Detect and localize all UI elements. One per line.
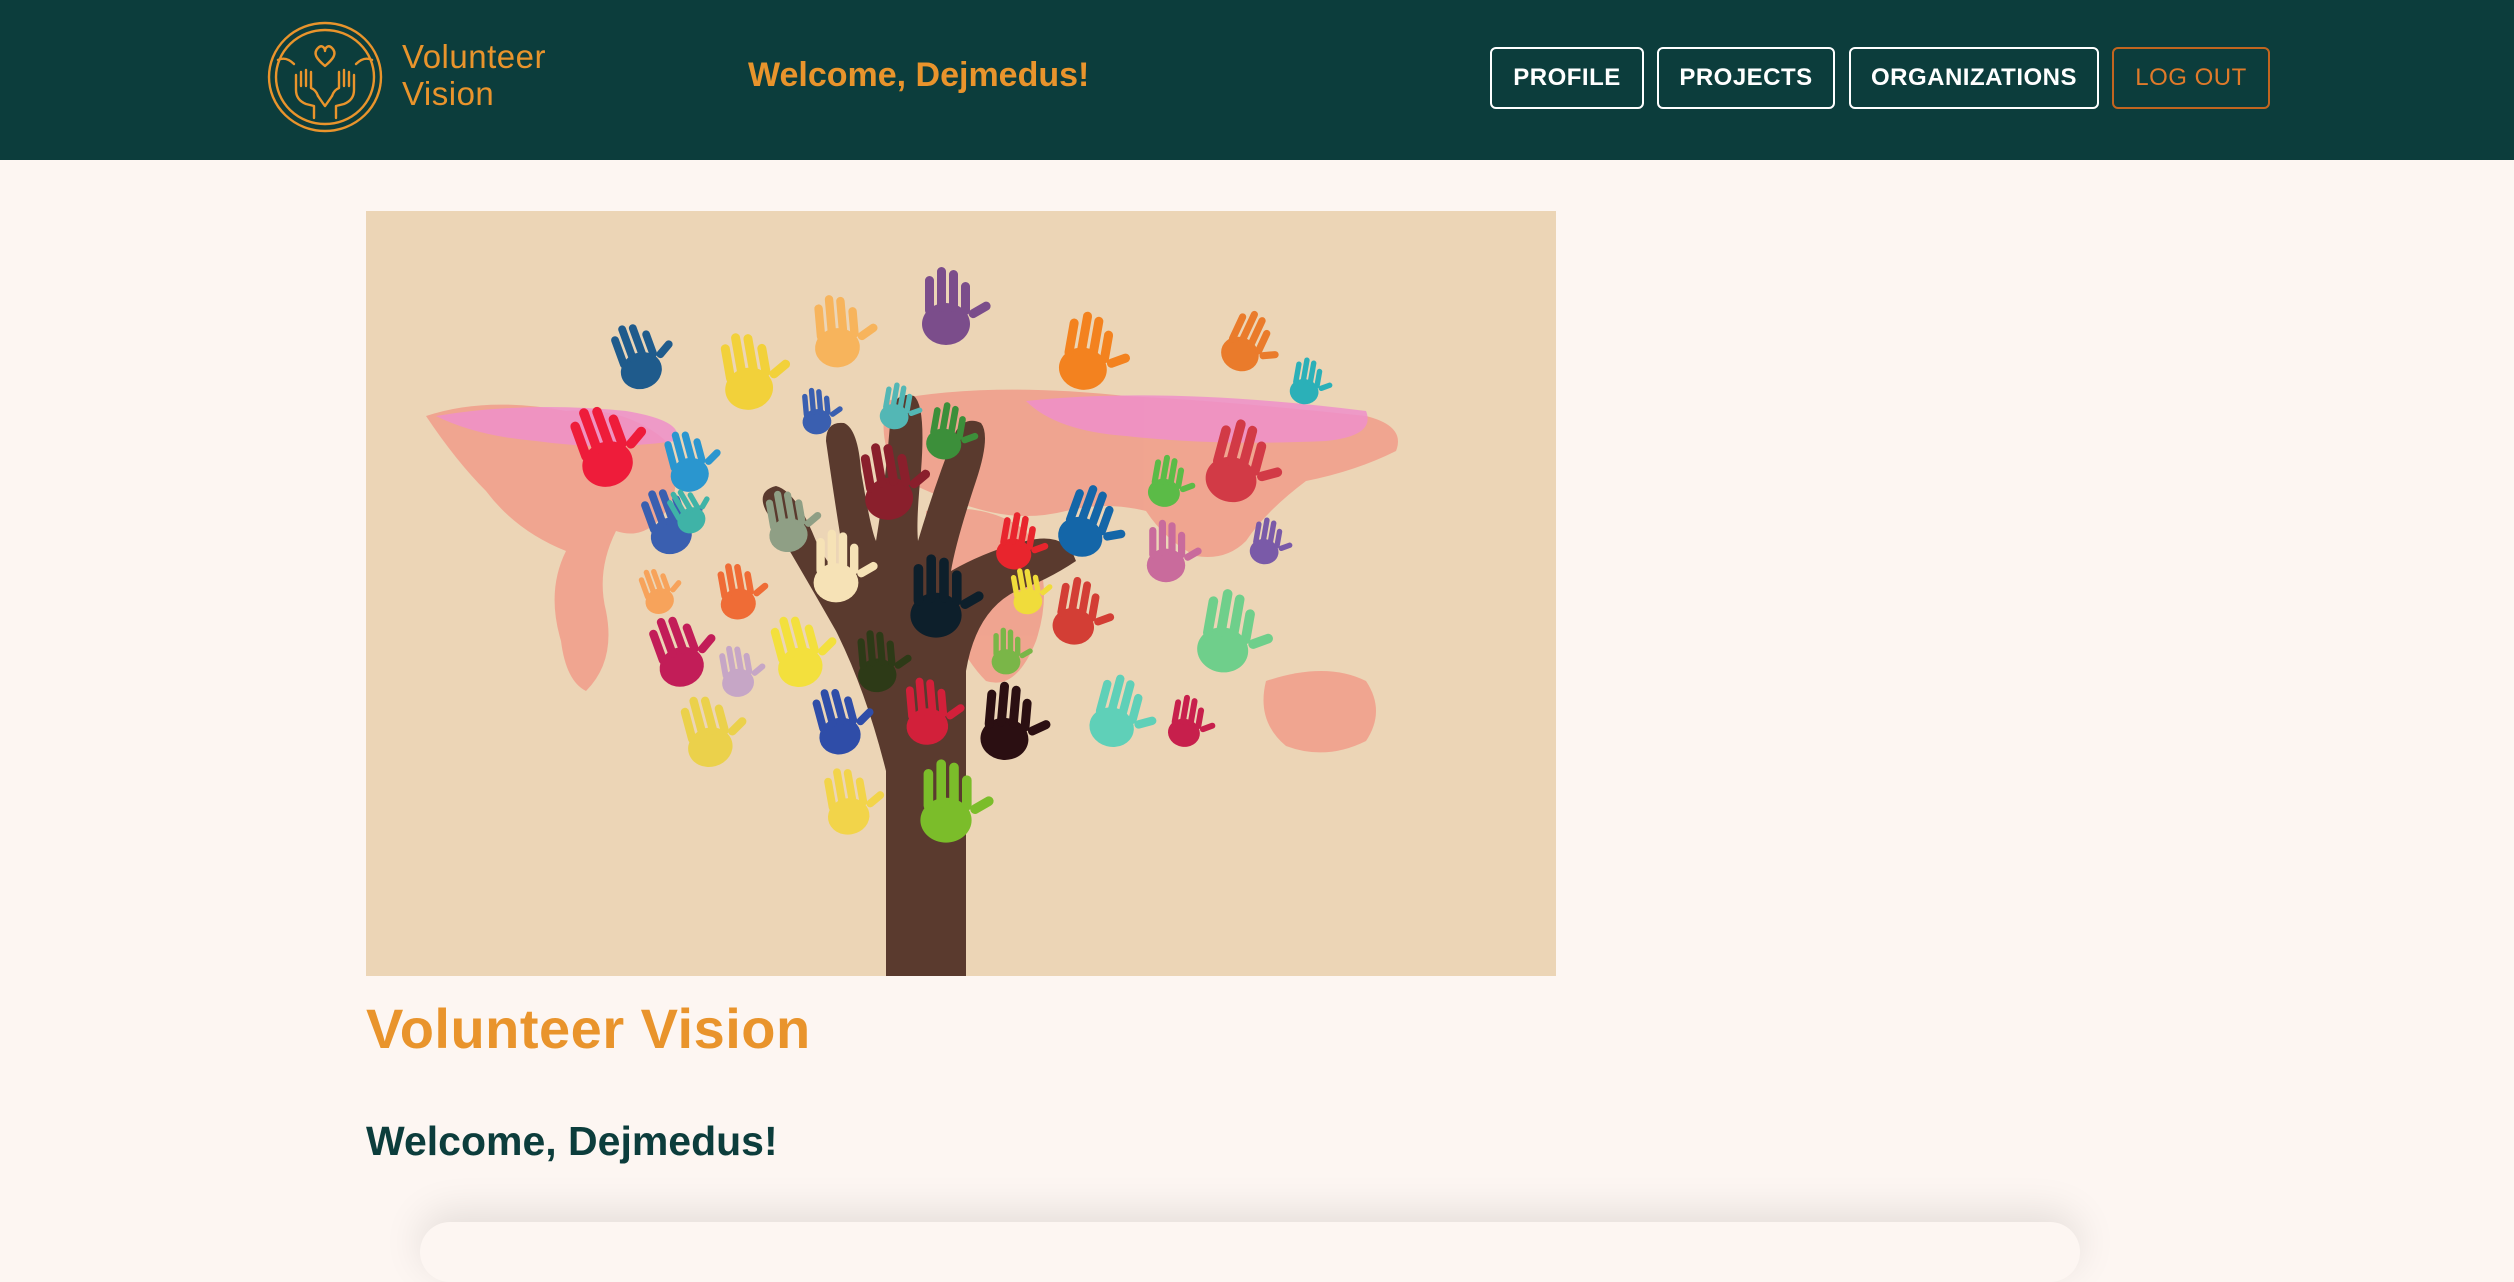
organizations-button[interactable]: ORGANIZATIONS [1849, 47, 2099, 109]
top-header: Volunteer Vision Welcome, Dejmedus! PROF… [0, 0, 2514, 160]
page-title: Volunteer Vision [366, 997, 811, 1060]
header-welcome-text: Welcome, Dejmedus! [748, 56, 1090, 94]
hero-image [366, 211, 1556, 976]
projects-button[interactable]: PROJECTS [1657, 47, 1835, 109]
welcome-heading: Welcome, Dejmedus! [366, 1118, 778, 1164]
brand-name-line-2: Vision [402, 75, 495, 112]
brand-name[interactable]: Volunteer Vision [402, 38, 546, 112]
content-card-top [420, 1222, 2080, 1282]
logout-button[interactable]: LOG OUT [2112, 47, 2270, 109]
brand-name-line-1: Volunteer [402, 38, 546, 75]
hands-tree-world-map-illustration [426, 267, 1398, 976]
profile-button[interactable]: PROFILE [1490, 47, 1644, 109]
heart-hands-logo-icon[interactable] [266, 20, 384, 134]
